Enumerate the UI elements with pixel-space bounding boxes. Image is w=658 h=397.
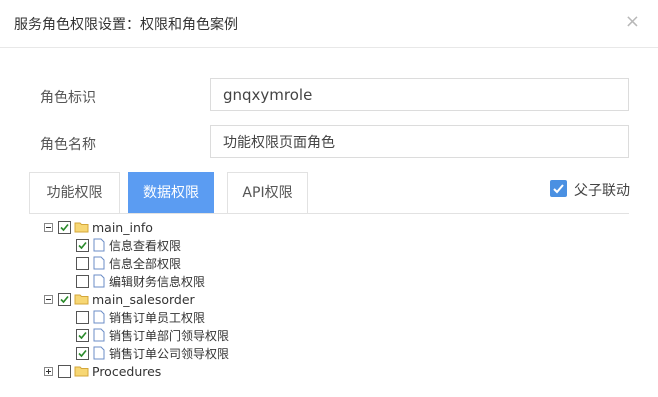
file-icon [93,328,105,342]
file-icon [93,310,105,324]
cascade-checkbox[interactable] [550,180,567,197]
collapse-icon[interactable] [44,223,53,232]
tab-api-permission[interactable]: API权限 [227,172,308,213]
tab-divider [29,213,629,214]
tree-checkbox[interactable] [76,257,89,270]
collapse-icon[interactable] [44,295,53,304]
role-name-input[interactable] [210,125,629,158]
role-id-input[interactable] [210,78,629,111]
dialog-header: 服务角色权限设置：权限和角色案例 × [0,0,658,48]
dialog-title: 服务角色权限设置：权限和角色案例 [14,17,238,33]
folder-open-icon [74,294,89,305]
folder-icon [74,366,89,377]
tab-function-permission[interactable]: 功能权限 [29,172,120,213]
tab-data-permission[interactable]: 数据权限 [128,172,214,213]
tree-node-label[interactable]: 销售订单公司领导权限 [109,346,229,362]
file-icon [93,238,105,252]
close-icon[interactable]: × [625,12,640,32]
tree-checkbox[interactable] [58,365,71,378]
role-name-label: 角色名称 [40,137,96,153]
tree-checkbox[interactable] [58,221,71,234]
file-icon [93,346,105,360]
tree-node-label[interactable]: 信息查看权限 [109,238,181,254]
tree-checkbox[interactable] [76,311,89,324]
tree-node-label[interactable]: 销售订单部门领导权限 [109,328,229,344]
file-icon [93,274,105,288]
role-id-label: 角色标识 [40,90,96,106]
tree-node-label[interactable]: 编辑财务信息权限 [109,274,205,290]
tree-node-label[interactable]: main_info [92,220,153,236]
tree-checkbox[interactable] [76,275,89,288]
file-icon [93,256,105,270]
tree-checkbox[interactable] [76,329,89,342]
tree-node-label[interactable]: 销售订单员工权限 [109,310,205,326]
tree-checkbox[interactable] [76,347,89,360]
tree-node-label[interactable]: 信息全部权限 [109,256,181,272]
expand-icon[interactable] [44,367,53,376]
cascade-label: 父子联动 [574,183,630,199]
tree-node-label[interactable]: Procedures [92,364,161,380]
tree-node-label[interactable]: main_salesorder [92,292,195,308]
folder-open-icon [74,222,89,233]
tree-checkbox[interactable] [58,293,71,306]
permission-dialog: 服务角色权限设置：权限和角色案例 × 角色标识 角色名称 功能权限 数据权限 A… [0,0,658,397]
tree-checkbox[interactable] [76,239,89,252]
